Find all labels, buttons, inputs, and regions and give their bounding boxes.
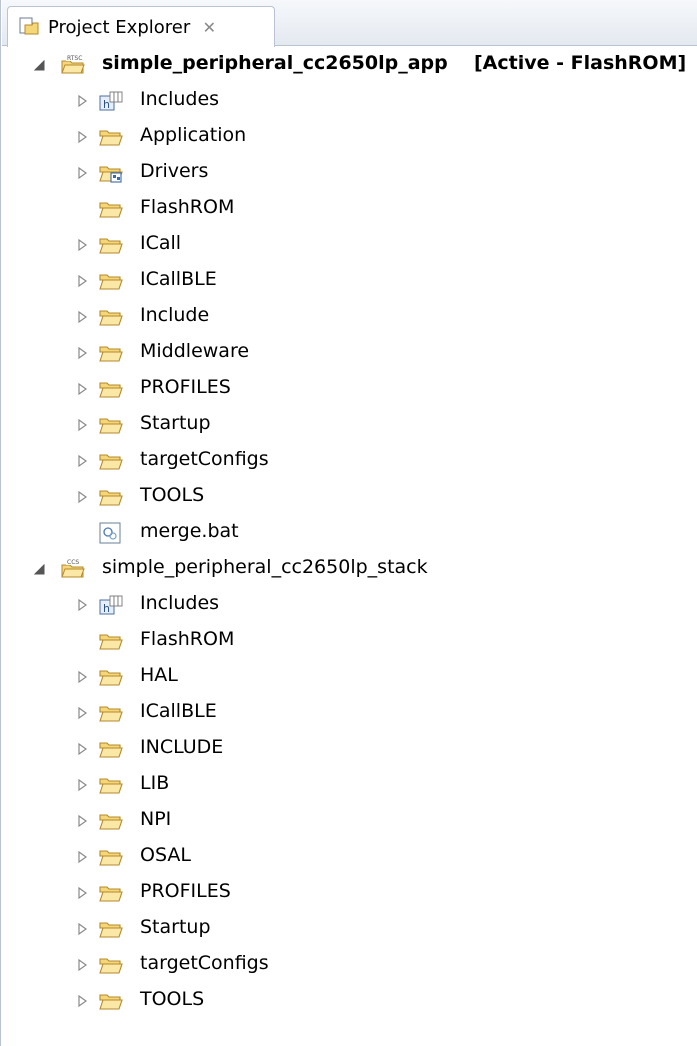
folder-icon [98, 918, 124, 940]
tree-item-label: FlashROM [140, 196, 235, 218]
tree-item-label: Middleware [140, 340, 250, 362]
tab-project-explorer[interactable]: Project Explorer ✕ [7, 6, 275, 47]
folder-icon [98, 630, 124, 652]
tree-item-label: Includes [140, 592, 220, 614]
folder-icon [98, 450, 124, 472]
close-icon[interactable]: ✕ [202, 18, 216, 37]
tree-item-label: Application [140, 124, 247, 146]
folder-icon [98, 666, 124, 688]
tree-item-label: ICallBLE [140, 700, 217, 722]
folder-icon [98, 342, 124, 364]
tree-item-label: ICallBLE [140, 268, 217, 290]
folder-icon [98, 738, 124, 760]
folder-icon [98, 702, 124, 724]
folder-icon [98, 954, 124, 976]
collapsed-arrow-icon[interactable] [75, 490, 89, 504]
collapsed-arrow-icon[interactable] [75, 418, 89, 432]
folder-icon [98, 846, 124, 868]
folder-icon [98, 414, 124, 436]
collapsed-arrow-icon[interactable] [75, 958, 89, 972]
collapsed-arrow-icon[interactable] [75, 274, 89, 288]
project-badge: RTSC [67, 55, 82, 62]
folder-icon [98, 198, 124, 220]
collapsed-arrow-icon[interactable] [75, 238, 89, 252]
tree-item-label: TOOLS [140, 484, 205, 506]
collapsed-arrow-icon[interactable] [75, 778, 89, 792]
collapsed-arrow-icon[interactable] [75, 346, 89, 360]
collapsed-arrow-icon[interactable] [75, 814, 89, 828]
svg-text:h: h [103, 98, 110, 111]
collapsed-arrow-icon[interactable] [75, 922, 89, 936]
folder-icon [98, 774, 124, 796]
collapsed-arrow-icon[interactable] [75, 310, 89, 324]
includes-icon: h [98, 90, 124, 112]
tree-item-label: Drivers [140, 160, 209, 182]
tree-item-label: merge.bat [140, 520, 239, 542]
tree-item-label: INCLUDE [140, 736, 224, 758]
linked-folder-icon [98, 162, 124, 184]
folder-icon [98, 810, 124, 832]
collapsed-arrow-icon[interactable] [75, 598, 89, 612]
tree-item-label: Includes [140, 88, 220, 110]
project-name: simple_peripheral_cc2650lp_stack [102, 556, 428, 578]
tree-item-label: FlashROM [140, 628, 235, 650]
project-badge: CCS [67, 559, 79, 566]
tree-item-label: TOOLS [140, 988, 205, 1010]
tree-item-label: ICall [140, 232, 182, 254]
project-explorer-view: Project Explorer ✕ RTSC simple_peripheral… [0, 0, 697, 1046]
tree-item-label: Startup [140, 412, 211, 434]
tree-item-label: LIB [140, 772, 170, 794]
tab-label: Project Explorer [48, 16, 191, 38]
tree-item-label: PROFILES [140, 880, 231, 902]
folder-icon [98, 270, 124, 292]
view-tab-bar: Project Explorer ✕ [2, 0, 697, 47]
tree-item-label: Include [140, 304, 210, 326]
folder-icon [98, 378, 124, 400]
tree-item-label: Startup [140, 916, 211, 938]
tree-item-label: NPI [140, 808, 172, 830]
folder-icon [98, 306, 124, 328]
collapsed-arrow-icon[interactable] [75, 742, 89, 756]
collapsed-arrow-icon[interactable] [75, 670, 89, 684]
includes-icon: h [98, 594, 124, 616]
collapsed-arrow-icon[interactable] [75, 130, 89, 144]
expanded-arrow-icon[interactable] [32, 58, 46, 72]
project-folder-icon: RTSC [60, 53, 86, 75]
collapsed-arrow-icon[interactable] [75, 886, 89, 900]
project-explorer-icon [19, 17, 39, 37]
collapsed-arrow-icon[interactable] [75, 994, 89, 1008]
project-name: simple_peripheral_cc2650lp_app [102, 52, 448, 74]
folder-icon [98, 486, 124, 508]
tree-item-label: targetConfigs [140, 448, 269, 470]
collapsed-arrow-icon[interactable] [75, 850, 89, 864]
project-folder-icon: CCS [60, 557, 86, 579]
svg-text:h: h [103, 602, 110, 615]
folder-icon [98, 882, 124, 904]
batch-file-icon [98, 522, 124, 544]
folder-icon [98, 990, 124, 1012]
collapsed-arrow-icon[interactable] [75, 706, 89, 720]
tree-item-label: OSAL [140, 844, 191, 866]
collapsed-arrow-icon[interactable] [75, 454, 89, 468]
collapsed-arrow-icon[interactable] [75, 382, 89, 396]
project-status: [Active - FlashROM] [474, 52, 687, 74]
tree-item-label: targetConfigs [140, 952, 269, 974]
tree-item-label: PROFILES [140, 376, 231, 398]
collapsed-arrow-icon[interactable] [75, 166, 89, 180]
expanded-arrow-icon[interactable] [32, 562, 46, 576]
tree-item-label: HAL [140, 664, 178, 686]
collapsed-arrow-icon[interactable] [75, 94, 89, 108]
folder-icon [98, 126, 124, 148]
folder-icon [98, 234, 124, 256]
